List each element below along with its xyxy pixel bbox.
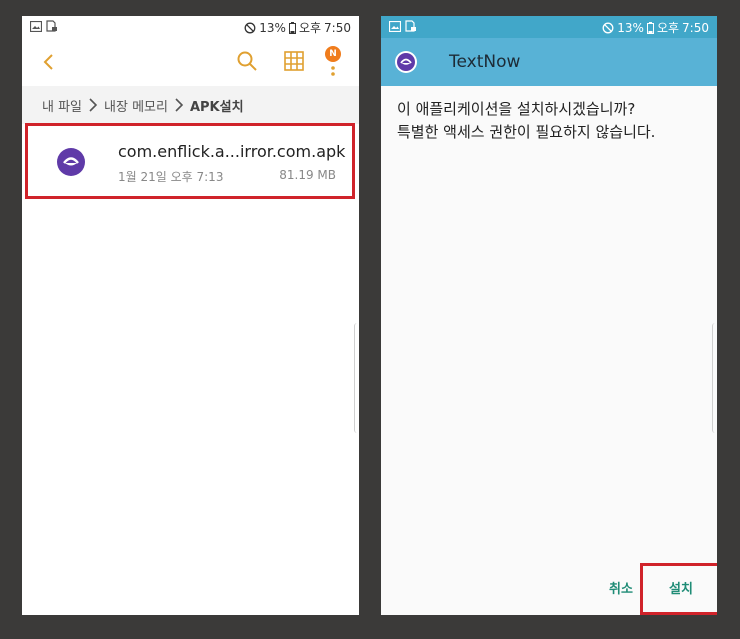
install-question: 이 애플리케이션을 설치하시겠습니까? (397, 100, 636, 118)
edge-panel-handle[interactable] (354, 323, 359, 433)
chevron-right-icon (88, 98, 98, 112)
breadcrumb-apk-folder[interactable]: APK설치 (190, 96, 244, 115)
status-time: 7:50 (682, 20, 709, 35)
image-icon (30, 20, 42, 32)
status-ampm: 오후 (298, 21, 322, 35)
installer-screen: 13% 오후 7:50 TextNow 이 애플리케이션을 설치하시겠습니까? … (381, 16, 717, 615)
search-icon (237, 51, 257, 71)
install-prompt: 이 애플리케이션을 설치하시겠습니까? 특별한 액세스 권한이 필요하지 않습니… (397, 98, 655, 144)
status-ampm: 오후 (656, 21, 680, 35)
battery-percent: 13% (259, 20, 286, 35)
breadcrumb-internal-storage[interactable]: 내장 메모리 (104, 96, 168, 115)
status-bar: 13% 오후 7:50 (22, 16, 359, 38)
file-manager-toolbar: N (22, 38, 359, 86)
more-vert-icon (331, 66, 335, 76)
installer-app-bar: TextNow (381, 38, 717, 86)
file-list-item[interactable]: com.enflick.a...irror.com.apk 1월 21일 오후 … (25, 123, 355, 199)
grid-view-button[interactable] (284, 51, 304, 75)
battery-icon (646, 21, 654, 34)
chevron-left-icon (43, 54, 53, 70)
status-bar: 13% 오후 7:50 (381, 16, 717, 38)
battery-icon (288, 21, 296, 34)
file-name: com.enflick.a...irror.com.apk (118, 142, 346, 161)
breadcrumb-my-files[interactable]: 내 파일 (42, 96, 82, 115)
file-size: 81.19 MB (279, 168, 336, 182)
file-lock-icon (405, 20, 416, 32)
file-lock-icon (46, 20, 57, 32)
install-permissions-text: 특별한 액세스 권한이 필요하지 않습니다. (397, 123, 656, 141)
edge-panel-handle[interactable] (712, 323, 717, 433)
breadcrumb: 내 파일 내장 메모리 APK설치 (22, 86, 359, 124)
install-button[interactable]: 설치 (669, 578, 693, 597)
do-not-disturb-icon (602, 22, 614, 33)
file-date: 1월 21일 오후 7:13 (118, 170, 224, 184)
grid-view-icon (284, 51, 304, 71)
app-title: TextNow (449, 52, 521, 72)
battery-percent: 13% (617, 20, 644, 35)
do-not-disturb-icon (244, 22, 256, 33)
back-button[interactable] (38, 51, 60, 73)
more-options-button[interactable]: N (322, 46, 346, 80)
image-icon (389, 20, 401, 32)
textnow-app-icon (395, 51, 417, 73)
textnow-app-icon (57, 148, 85, 176)
file-manager-screen: 13% 오후 7:50 N 내 파일 내장 메모리 APK설치 com.enfl… (22, 16, 359, 615)
status-time: 7:50 (324, 20, 351, 35)
cancel-button[interactable]: 취소 (609, 578, 633, 597)
chevron-right-icon (174, 98, 184, 112)
search-button[interactable] (236, 50, 258, 76)
